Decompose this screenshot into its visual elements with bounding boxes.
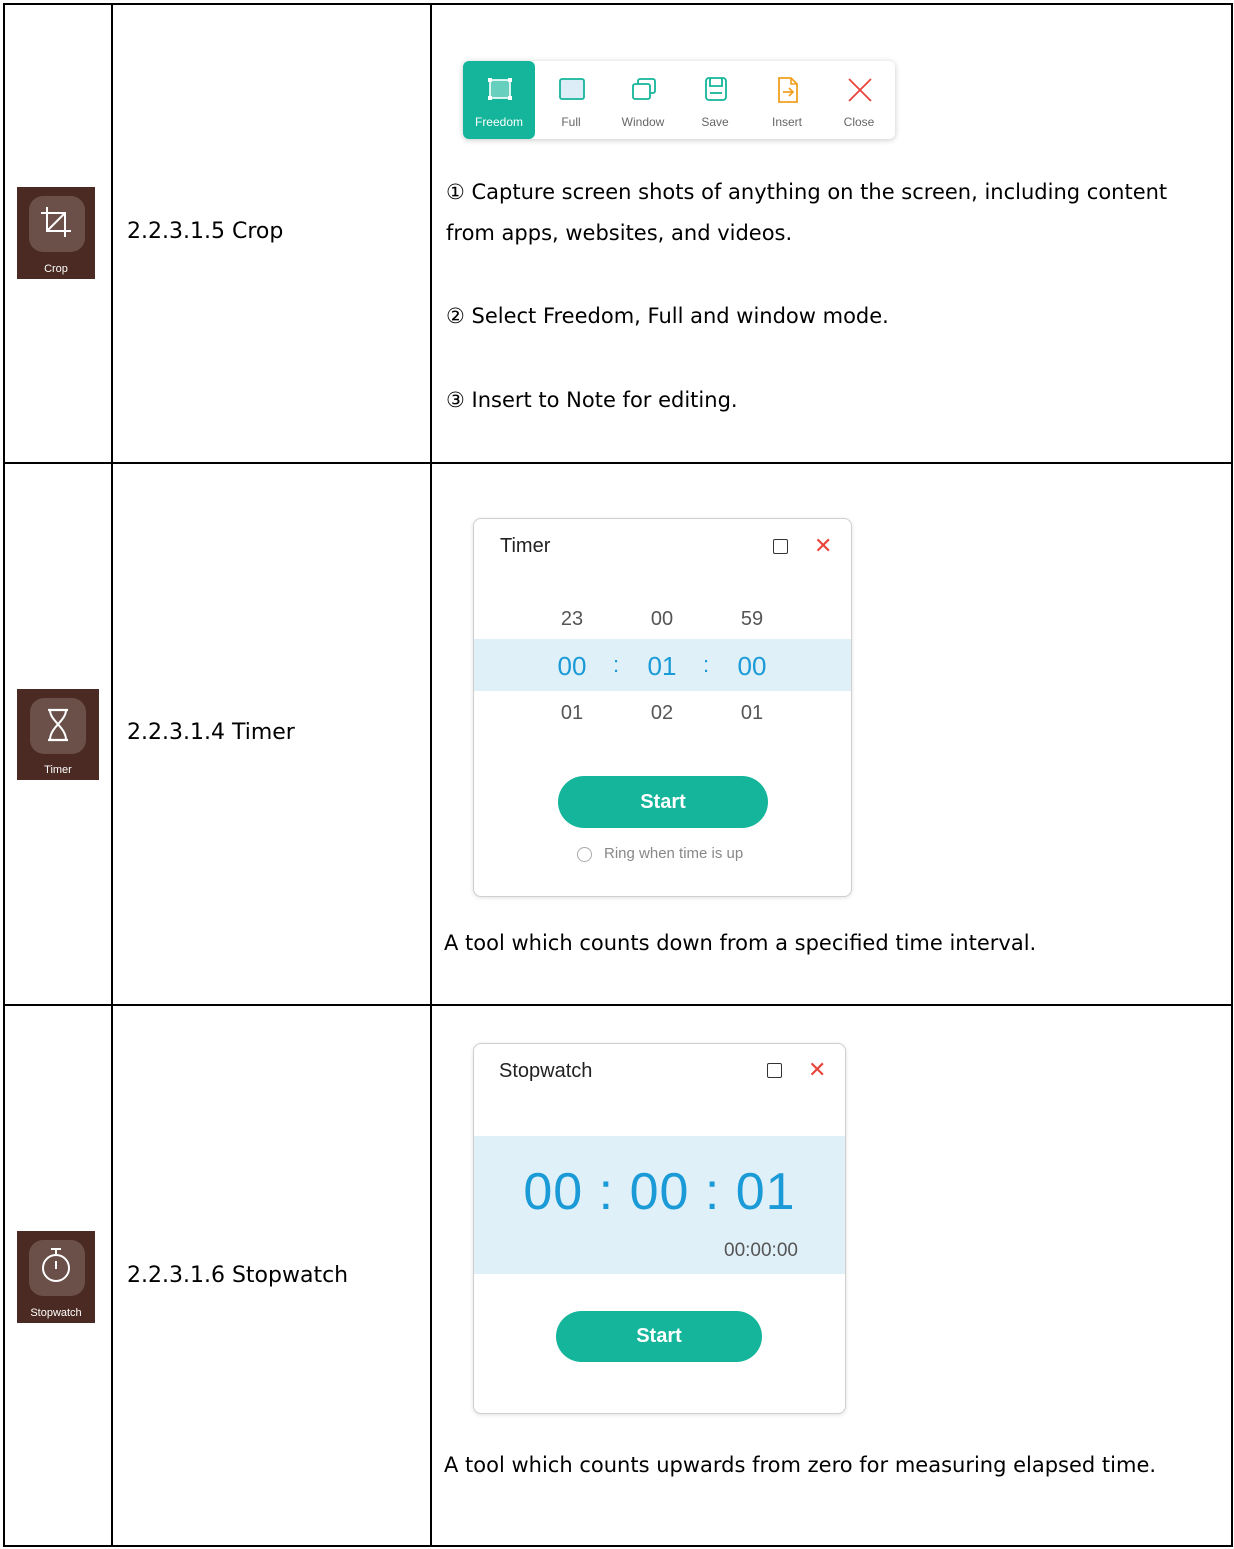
close-icon [848,78,872,102]
hourglass-icon [48,708,68,742]
save-button[interactable]: Save [679,61,751,139]
tool-label: Close [843,115,875,129]
tool-label: Full [561,115,581,129]
table-column-divider [111,3,113,1547]
stopwatch-description: A tool which counts upwards from zero fo… [444,1453,1157,1477]
seconds-above: 59 [740,608,764,630]
section-title-timer: 2.2.3.1.4 Timer [127,720,295,745]
timer-app-icon[interactable]: Timer [17,689,99,780]
close-button[interactable]: Close [823,61,895,139]
time-separator: : [613,652,620,677]
tool-label: Insert [771,115,802,129]
hours-above: 23 [560,608,584,630]
timer-dialog: Timer ✕ 23 00 59 00 : 01 : 00 01 02 01 S… [473,518,852,897]
timer-description: A tool which counts down from a specifie… [444,931,1037,955]
dialog-title: Timer [500,535,551,557]
start-button[interactable]: Start [558,776,768,828]
stopwatch-app-icon[interactable]: Stopwatch [17,1231,95,1323]
start-button[interactable]: Start [556,1311,762,1362]
crop-icon [41,207,71,237]
window-button[interactable]: Window [607,61,679,139]
window-icon [632,78,656,100]
seconds-picker[interactable]: 00 [722,651,782,682]
crop-description-line: ① Capture screen shots of anything on th… [446,180,1168,204]
maximize-icon[interactable] [773,539,788,554]
ring-radio[interactable] [577,847,592,862]
stopwatch-dialog: Stopwatch ✕ 00 : 00 : 01 00:00:00 Start [473,1043,846,1414]
table-row-divider [3,1004,1233,1006]
app-icon-label: Crop [44,263,68,275]
hours-below: 01 [560,702,584,724]
crop-app-icon[interactable]: Crop [17,187,95,279]
lap-time: 00:00:00 [724,1240,798,1261]
maximize-icon[interactable] [767,1063,782,1078]
tool-label: Freedom [474,115,524,129]
close-icon[interactable]: ✕ [808,1059,826,1081]
save-icon [705,77,727,101]
crop-toolbar: Freedom Full Window Save Insert Close [463,61,895,139]
freedom-select-icon [488,78,512,100]
section-title-stopwatch: 2.2.3.1.6 Stopwatch [127,1263,349,1288]
crop-description-line: ② Select Freedom, Full and window mode. [446,304,889,328]
minutes-above: 00 [650,608,674,630]
table-column-divider [430,3,432,1547]
dialog-title: Stopwatch [499,1060,593,1082]
seconds-below: 01 [740,702,764,724]
full-screen-icon [559,78,585,100]
table-border-left [3,3,5,1547]
minutes-below: 02 [650,702,674,724]
minutes-picker[interactable]: 01 [632,651,692,682]
hours-picker[interactable]: 00 [542,651,602,682]
table-border-top [3,3,1233,5]
ring-label: Ring when time is up [604,845,744,862]
freedom-button[interactable]: Freedom [463,61,535,139]
table-row-divider [3,462,1233,464]
app-icon-label: Timer [44,764,72,776]
stopwatch-icon [42,1248,70,1282]
tool-label: Save [701,115,729,129]
insert-button[interactable]: Insert [751,61,823,139]
close-icon[interactable]: ✕ [814,535,832,557]
full-button[interactable]: Full [535,61,607,139]
table-border-bottom [3,1545,1233,1547]
section-title-crop: 2.2.3.1.5 Crop [127,219,284,244]
app-icon-label: Stopwatch [30,1307,82,1319]
time-separator: : [703,652,710,677]
elapsed-time: 00 : 00 : 01 [523,1163,796,1221]
crop-description-line: from apps, websites, and videos. [446,221,793,245]
crop-description-line: ③ Insert to Note for editing. [446,388,738,412]
tool-label: Window [621,115,665,129]
insert-icon [778,77,798,103]
table-border-right [1231,3,1233,1547]
